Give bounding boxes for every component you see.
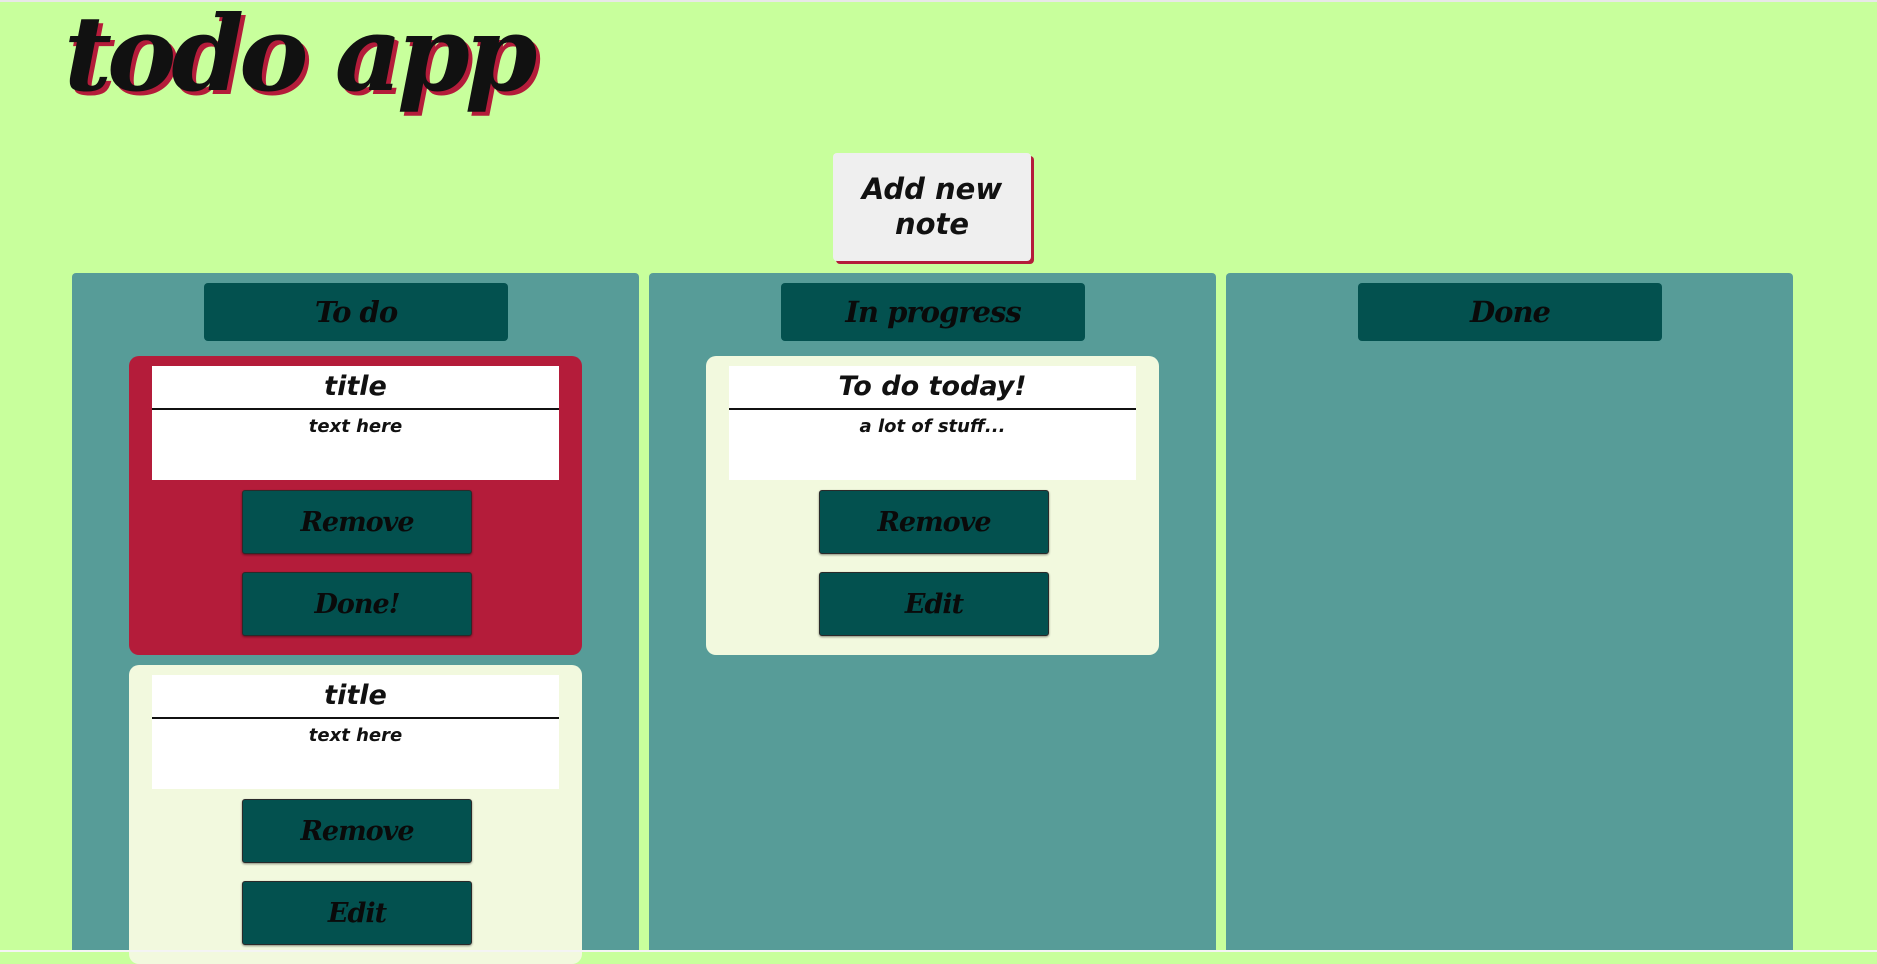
column-done: Done	[1226, 273, 1793, 952]
note-title: To do today!	[729, 366, 1136, 410]
done-button[interactable]: Done!	[242, 572, 472, 636]
note-card: title text here Remove Edit	[129, 665, 582, 964]
note-content: title text here	[152, 675, 559, 789]
note-content: title text here	[152, 366, 559, 480]
remove-button[interactable]: Remove	[242, 799, 472, 863]
note-card: title text here Remove Done!	[129, 356, 582, 655]
column-to-do: To do title text here Remove Done! title…	[72, 273, 639, 964]
add-new-note-button[interactable]: Add new note	[833, 153, 1031, 261]
app-title: todo app	[64, 0, 538, 115]
note-card: To do today! a lot of stuff... Remove Ed…	[706, 356, 1159, 655]
edit-button[interactable]: Edit	[819, 572, 1049, 636]
note-content: To do today! a lot of stuff...	[729, 366, 1136, 480]
note-text: text here	[308, 416, 403, 437]
note-text: text here	[308, 725, 403, 746]
note-title: title	[152, 366, 559, 410]
column-header-to-do: To do	[204, 283, 508, 341]
column-header-in-progress: In progress	[781, 283, 1085, 341]
column-in-progress: In progress To do today! a lot of stuff.…	[649, 273, 1216, 952]
column-header-done: Done	[1358, 283, 1662, 341]
edit-button[interactable]: Edit	[242, 881, 472, 945]
remove-button[interactable]: Remove	[242, 490, 472, 554]
note-text: a lot of stuff...	[859, 416, 1006, 437]
remove-button[interactable]: Remove	[819, 490, 1049, 554]
note-title: title	[152, 675, 559, 719]
